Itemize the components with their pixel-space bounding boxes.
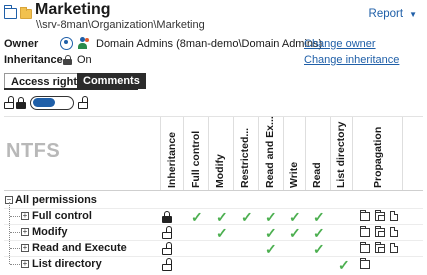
check-icon: ✓: [216, 209, 228, 225]
subfolders-icon: [374, 226, 385, 237]
column-header-propagation: Propagation: [372, 126, 384, 188]
report-button[interactable]: Report ▼: [369, 8, 417, 20]
row-label: Modify: [32, 226, 68, 238]
group-label: All permissions: [15, 194, 97, 206]
files-icon: [390, 227, 398, 237]
table-row[interactable]: + Read and Execute ✓ ✓: [4, 240, 423, 257]
column-divider: [208, 117, 209, 190]
chevron-down-icon: ▼: [409, 10, 417, 19]
propagation-icons: [359, 210, 404, 224]
header-icons: [3, 5, 34, 22]
divider: [4, 116, 423, 117]
lock-icon: [16, 97, 26, 109]
change-owner-link[interactable]: Change owner: [304, 38, 376, 50]
row-label: Full control: [32, 210, 92, 222]
column-header-restricted: Restricted...: [239, 127, 251, 188]
check-icon: ✓: [265, 225, 277, 241]
column-header-read-and-execute: Read and Ex...: [264, 116, 276, 188]
column-header-read: Read: [311, 162, 323, 188]
table-row[interactable]: + List directory ✓: [4, 256, 423, 273]
inheritance-label: Inheritance: [4, 54, 63, 66]
expand-icon[interactable]: +: [21, 212, 29, 220]
column-divider: [160, 117, 161, 190]
column-divider: [183, 117, 184, 190]
column-divider: [258, 117, 259, 190]
propagation-icons: [359, 258, 404, 272]
lock-icon: [63, 55, 72, 65]
column-header-full-control: Full control: [190, 130, 202, 188]
owner-label: Owner: [4, 38, 39, 50]
check-icon: ✓: [265, 209, 277, 225]
check-icon: ✓: [216, 225, 228, 241]
subfolders-icon: [374, 210, 385, 221]
report-label: Report: [368, 8, 404, 20]
inheritance-unlock-icon: [162, 242, 172, 255]
unlock-icon: [4, 96, 14, 109]
inheritance-lock-icon: [162, 211, 172, 223]
column-divider: [402, 117, 403, 190]
check-icon: ✓: [313, 209, 325, 225]
column-divider: [233, 117, 234, 190]
column-header-inheritance: Inheritance: [166, 131, 178, 188]
files-icon: [390, 211, 398, 221]
check-icon: ✓: [289, 225, 301, 241]
tab-comments[interactable]: Comments: [77, 73, 146, 89]
files-icon: [390, 243, 398, 253]
this-folder-icon: [359, 210, 370, 221]
check-icon: ✓: [313, 241, 325, 257]
check-icon: ✓: [338, 257, 350, 273]
subfolders-icon: [374, 242, 385, 253]
folder-icon: [20, 7, 32, 19]
row-label: List directory: [32, 258, 102, 270]
expand-icon[interactable]: +: [21, 260, 29, 268]
inheritance-value: On: [77, 54, 92, 66]
this-folder-icon: [359, 258, 370, 269]
column-divider: [330, 117, 331, 190]
column-header-modify: Modify: [214, 154, 226, 188]
column-divider: [305, 117, 306, 190]
page-title: Marketing: [35, 1, 111, 18]
toggle-knob: [33, 98, 55, 107]
inheritance-unlock-icon: [162, 226, 172, 239]
expand-icon[interactable]: +: [21, 228, 29, 236]
inheritance-unlock-icon: [162, 258, 172, 271]
group-icon: [76, 37, 90, 50]
change-inheritance-link[interactable]: Change inheritance: [304, 54, 399, 66]
this-folder-icon: [359, 242, 370, 253]
owner-value: Domain Admins (8man-demo\Domain Admins): [96, 38, 323, 50]
header-divider: [4, 190, 423, 191]
owner-badge-icon: [60, 37, 73, 50]
unlock-icon: [78, 96, 88, 109]
column-divider: [352, 117, 353, 190]
tab-underline: [4, 88, 138, 90]
check-icon: ✓: [313, 225, 325, 241]
folder-path: \\srv-8man\Organization\Marketing: [36, 19, 205, 31]
table-row[interactable]: + Modify ✓ ✓ ✓ ✓: [4, 224, 423, 241]
check-icon: ✓: [265, 241, 277, 257]
table-row[interactable]: + Full control ✓ ✓ ✓ ✓ ✓ ✓: [4, 208, 423, 225]
column-header-write: Write: [288, 161, 300, 188]
ntfs-watermark: NTFS: [6, 140, 61, 162]
check-icon: ✓: [289, 209, 301, 225]
lock-toggle-row: [4, 95, 114, 111]
propagation-icons: [359, 242, 404, 256]
column-divider: [283, 117, 284, 190]
group-row[interactable]: − All permissions: [4, 192, 423, 209]
folder-outline-icon: [3, 5, 17, 19]
owner-icons: [60, 37, 92, 51]
row-label: Read and Execute: [32, 242, 127, 254]
check-icon: ✓: [191, 209, 203, 225]
column-header-list-directory: List directory: [335, 121, 347, 188]
expand-icon[interactable]: +: [21, 244, 29, 252]
check-icon: ✓: [241, 209, 253, 225]
lock-toggle-switch[interactable]: [30, 96, 74, 110]
propagation-icons: [359, 226, 404, 240]
this-folder-icon: [359, 226, 370, 237]
